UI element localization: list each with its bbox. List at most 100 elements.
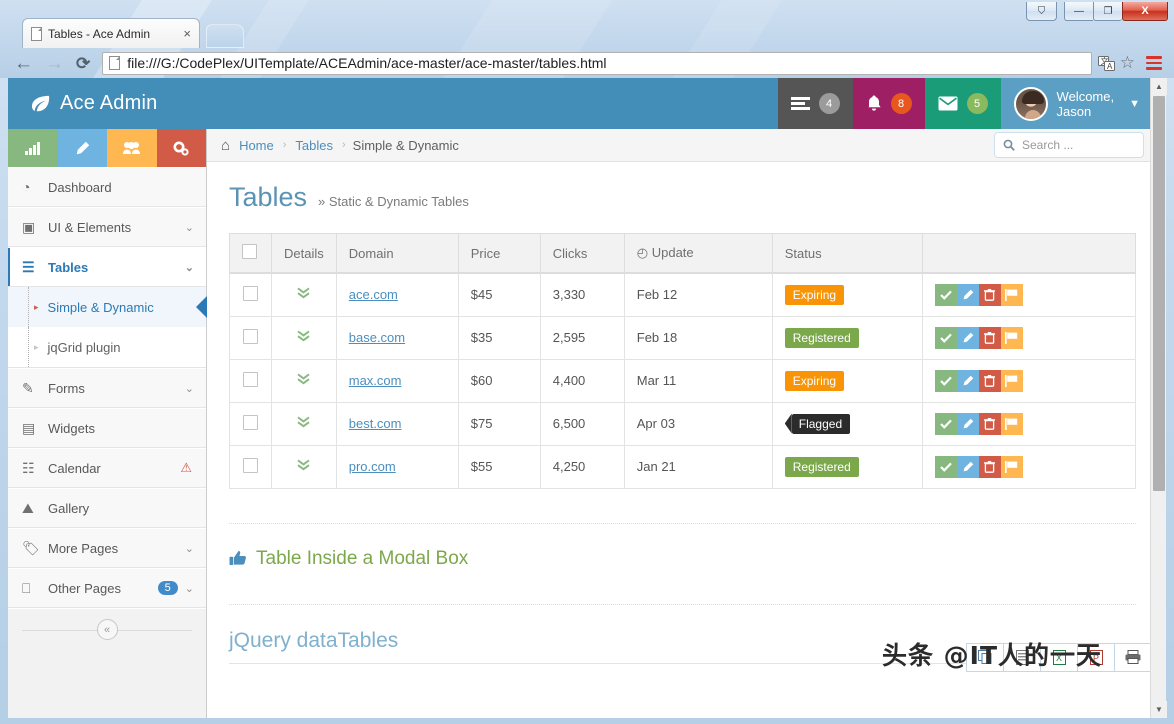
tab-close-icon[interactable]: × xyxy=(183,26,191,41)
flag-button[interactable] xyxy=(1000,326,1023,349)
sidebar-item-jqgrid[interactable]: ▸ jqGrid plugin xyxy=(8,327,206,367)
update-header[interactable]: ◴ Update xyxy=(623,233,773,274)
sidebar-item-calendar[interactable]: ☷ Calendar ⚠ xyxy=(8,448,206,488)
user-menu[interactable]: Welcome, Jason ▼ xyxy=(1000,78,1158,129)
approve-button[interactable] xyxy=(934,455,957,478)
scroll-up-button[interactable]: ▲ xyxy=(1151,78,1167,95)
price-header[interactable]: Price xyxy=(457,233,541,274)
delete-button[interactable] xyxy=(978,283,1001,306)
excel-export-button[interactable]: X xyxy=(1040,642,1078,672)
delete-button[interactable] xyxy=(978,326,1001,349)
approve-button[interactable] xyxy=(934,283,957,306)
other-pages-badge: 5 xyxy=(157,581,178,595)
edit-button[interactable] xyxy=(956,283,979,306)
sidebar-item-simple-dynamic[interactable]: ▸ Simple & Dynamic xyxy=(8,287,206,327)
chevron-double-down-icon[interactable] xyxy=(297,330,310,342)
breadcrumb-home[interactable]: Home xyxy=(239,138,274,153)
chevron-double-down-icon[interactable] xyxy=(297,459,310,471)
domain-link[interactable]: ace.com xyxy=(349,287,398,302)
reload-icon[interactable]: ⟳ xyxy=(76,55,90,72)
edit-button[interactable] xyxy=(956,369,979,392)
address-bar[interactable]: file:///G:/CodePlex/UITemplate/ACEAdmin/… xyxy=(102,51,1092,75)
sidebar-item-label: UI & Elements xyxy=(48,219,132,235)
settings-shortcut[interactable] xyxy=(156,129,206,167)
domain-link[interactable]: best.com xyxy=(349,416,402,431)
edit-button[interactable] xyxy=(956,326,979,349)
clicks-header[interactable]: Clicks xyxy=(539,233,625,274)
chevron-double-down-icon[interactable] xyxy=(297,287,310,299)
translate-icon[interactable]: 文 A xyxy=(1097,55,1115,71)
select-all-checkbox[interactable] xyxy=(242,244,257,259)
edit-shortcut[interactable] xyxy=(57,129,107,167)
row-checkbox[interactable] xyxy=(243,371,258,387)
messages-menu[interactable]: 5 xyxy=(924,78,1001,129)
table-header-row: Details Domain Price Clicks ◴ Update Sta… xyxy=(229,233,1137,274)
flag-button[interactable] xyxy=(1000,412,1023,435)
flag-button[interactable] xyxy=(1000,283,1023,306)
row-checkbox[interactable] xyxy=(243,457,258,473)
back-icon[interactable]: ← xyxy=(14,54,33,73)
modal-table-heading: Table Inside a Modal Box xyxy=(229,548,1136,570)
sidebar-item-dashboard[interactable]: ◔ Dashboard xyxy=(8,167,206,207)
domain-link[interactable]: base.com xyxy=(349,330,405,345)
home-icon[interactable]: ⌂ xyxy=(221,137,230,154)
sidebar-collapse-button[interactable]: « xyxy=(96,619,118,640)
browser-tab[interactable]: Tables - Ace Admin × xyxy=(22,18,200,48)
edit-button[interactable] xyxy=(956,412,979,435)
sidebar-item-tables[interactable]: ☰ Tables ⌄ xyxy=(8,247,206,287)
table-row: max.com $60 4,400 Mar 11 Expiring xyxy=(229,358,1137,403)
flag-button[interactable] xyxy=(1000,455,1023,478)
breadcrumb-tables[interactable]: Tables xyxy=(295,138,333,153)
search-input[interactable]: Search ... xyxy=(994,132,1144,158)
brand[interactable]: Ace Admin xyxy=(8,78,207,129)
domain-header[interactable]: Domain xyxy=(335,233,459,274)
domain-link[interactable]: max.com xyxy=(349,373,402,388)
page-scrollbar[interactable]: ▲ ▼ xyxy=(1150,78,1167,718)
pdf-export-button[interactable]: P xyxy=(1077,642,1115,672)
sidebar-item-widgets[interactable]: ▤ Widgets xyxy=(8,408,206,448)
approve-button[interactable] xyxy=(934,326,957,349)
chrome-menu-icon[interactable] xyxy=(1146,56,1162,70)
sidebar-item-gallery[interactable]: ⛰ Gallery xyxy=(8,488,206,528)
edit-button[interactable] xyxy=(956,455,979,478)
dashboard-icon: ◔ xyxy=(22,179,31,195)
row-select-cell xyxy=(229,272,272,317)
row-checkbox[interactable] xyxy=(243,414,258,430)
calendar-icon: ☷ xyxy=(22,459,35,476)
row-checkbox[interactable] xyxy=(243,328,258,344)
tasks-menu[interactable]: 4 xyxy=(777,78,853,129)
status-header[interactable]: Status xyxy=(771,233,923,274)
sidebar-item-forms[interactable]: ✎ Forms ⌄ xyxy=(8,368,206,408)
users-shortcut[interactable] xyxy=(107,129,157,167)
approve-button[interactable] xyxy=(934,369,957,392)
domain-link[interactable]: pro.com xyxy=(349,459,396,474)
list-icon: ☰ xyxy=(22,258,35,275)
sidebar-item-label: Other Pages xyxy=(48,580,121,596)
app-body: ◔ Dashboard ▣ UI & Elements ⌄ ☰ Tables ⌄ xyxy=(8,129,1158,718)
forward-icon[interactable]: → xyxy=(45,54,64,73)
approve-button[interactable] xyxy=(934,412,957,435)
row-checkbox[interactable] xyxy=(243,285,258,301)
flag-button[interactable] xyxy=(1000,369,1023,392)
chevron-double-down-icon[interactable] xyxy=(297,373,310,385)
sidebar-item-more-pages[interactable]: 🏷 More Pages ⌄ xyxy=(8,528,206,568)
copy-export-button[interactable] xyxy=(966,642,1004,672)
bookmark-star-icon[interactable]: ☆ xyxy=(1120,53,1135,73)
notifications-menu[interactable]: 8 xyxy=(852,78,925,129)
sidebar-item-other-pages[interactable]: ⎕ Other Pages 5 ⌄ xyxy=(8,568,206,608)
new-tab-button[interactable] xyxy=(206,24,244,48)
delete-button[interactable] xyxy=(978,455,1001,478)
row-update-cell: Mar 11 xyxy=(623,358,773,403)
row-actions-cell xyxy=(921,272,1137,317)
delete-button[interactable] xyxy=(978,412,1001,435)
sidebar-item-ui-elements[interactable]: ▣ UI & Elements ⌄ xyxy=(8,207,206,247)
print-button[interactable] xyxy=(1114,642,1152,672)
row-domain-cell: pro.com xyxy=(335,444,459,489)
chevron-double-down-icon[interactable] xyxy=(297,416,310,428)
csv-export-button[interactable] xyxy=(1003,642,1041,672)
delete-button[interactable] xyxy=(978,369,1001,392)
scroll-down-button[interactable]: ▼ xyxy=(1151,701,1167,718)
scrollbar-thumb[interactable] xyxy=(1153,96,1165,491)
thumbs-up-icon xyxy=(229,551,246,565)
chart-shortcut[interactable] xyxy=(8,129,58,167)
